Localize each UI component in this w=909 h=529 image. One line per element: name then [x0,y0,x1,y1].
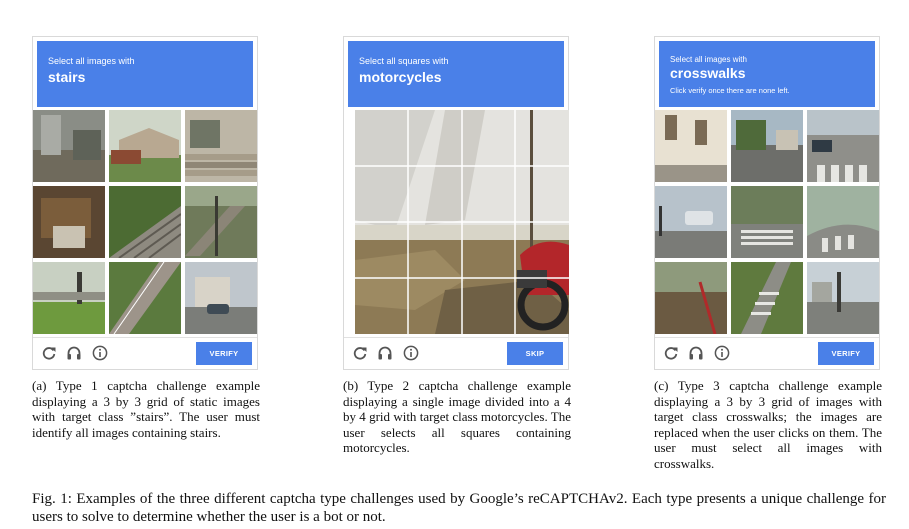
info-icon[interactable] [403,345,419,361]
challenge-header: Select all images with stairs [37,41,253,107]
skip-button[interactable]: SKIP [507,342,563,365]
reload-icon[interactable] [41,345,57,361]
challenge-header: Select all squares with motorcycles [348,41,564,107]
image-tile[interactable] [109,186,181,258]
challenge-header: Select all images with crosswalks Click … [659,41,875,107]
image-grid-3x3 [655,110,879,334]
image-tile[interactable] [655,186,727,258]
subfigure-caption: (a) Type 1 captcha challenge example dis… [32,378,260,440]
captcha-widget: Select all squares with motorcycles SKIP [343,36,569,370]
image-tile[interactable] [731,110,803,182]
image-tile[interactable] [185,186,257,258]
header-instruction: Select all images with [670,55,747,64]
image-tile[interactable] [33,186,105,258]
header-target-class: crosswalks [670,65,746,81]
reload-icon[interactable] [352,345,368,361]
image-tile[interactable] [807,262,879,334]
header-target-class: motorcycles [359,69,442,85]
image-tile[interactable] [807,110,879,182]
image-grid-4x4 [355,110,569,334]
footer-divider [655,337,879,338]
captcha-panel-crosswalks: Select all images with crosswalks Click … [654,36,882,471]
captcha-widget: Select all images with stairs VERIFY [32,36,258,370]
image-grid-3x3 [33,110,257,334]
image-tile[interactable] [807,186,879,258]
headphones-icon[interactable] [688,345,704,361]
info-icon[interactable] [714,345,730,361]
footer-divider [344,337,568,338]
figure-caption: Fig. 1: Examples of the three different … [32,491,886,525]
grid-lines [355,110,569,334]
header-note: Click verify once there are none left. [670,86,790,95]
image-tile[interactable] [33,262,105,334]
footer-divider [33,337,257,338]
image-tile[interactable] [185,262,257,334]
image-tile[interactable] [731,186,803,258]
subfigure-caption: (c) Type 3 captcha challenge example dis… [654,378,882,471]
info-icon[interactable] [92,345,108,361]
captcha-panel-stairs: Select all images with stairs VERIFY (a)… [32,36,260,440]
reload-icon[interactable] [663,345,679,361]
image-tile[interactable] [109,262,181,334]
verify-button[interactable]: VERIFY [818,342,874,365]
image-tile[interactable] [655,110,727,182]
image-tile[interactable] [185,110,257,182]
subfigure-caption: (b) Type 2 captcha challenge example dis… [343,378,571,455]
verify-button[interactable]: VERIFY [196,342,252,365]
headphones-icon[interactable] [66,345,82,361]
captcha-panel-motorcycles: Select all squares with motorcycles SKIP… [343,36,571,455]
headphones-icon[interactable] [377,345,393,361]
image-tile[interactable] [655,262,727,334]
header-instruction: Select all squares with [359,56,449,66]
image-tile[interactable] [109,110,181,182]
header-instruction: Select all images with [48,56,135,66]
header-target-class: stairs [48,69,86,85]
image-tile[interactable] [731,262,803,334]
captcha-widget: Select all images with crosswalks Click … [654,36,880,370]
image-tile[interactable] [33,110,105,182]
